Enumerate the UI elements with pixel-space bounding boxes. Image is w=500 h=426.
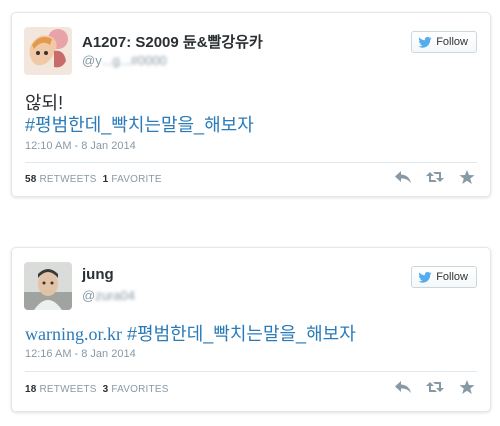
username[interactable]: @zura04	[82, 288, 135, 303]
tweet-card-1: A1207: S2009 듄&빨강유카 @y...g...#0000 Follo…	[11, 12, 491, 197]
username[interactable]: @y...g...#0000	[82, 53, 167, 68]
follow-label: Follow	[436, 271, 468, 283]
favorite-count[interactable]: 3	[103, 384, 109, 395]
timestamp[interactable]: 12:16 AM - 8 Jan 2014	[25, 348, 136, 360]
tweet-actions	[394, 170, 476, 184]
engagement-stats: 18 RETWEETS 3 FAVORITES	[25, 384, 169, 395]
avatar[interactable]	[24, 262, 72, 310]
favorite-star-icon[interactable]	[458, 380, 476, 394]
retweet-icon[interactable]	[426, 380, 444, 394]
favorite-count[interactable]: 1	[103, 174, 109, 185]
divider	[25, 371, 477, 372]
retweet-label[interactable]: RETWEETS	[40, 174, 97, 185]
tweet-card-2: jung @zura04 Follow warning.or.kr #평범한데_…	[11, 247, 491, 412]
display-name[interactable]: A1207: S2009 듄&빨강유카	[82, 31, 263, 52]
url-link[interactable]: warning.or.kr	[25, 324, 122, 344]
retweet-count[interactable]: 58	[25, 174, 37, 185]
retweet-count[interactable]: 18	[25, 384, 37, 395]
twitter-bird-icon	[418, 36, 432, 48]
display-name[interactable]: jung	[82, 266, 114, 283]
username-obscured: ...g...#0000	[101, 53, 167, 68]
hashtag-link[interactable]: #평범한데_빡치는말을_해보자	[25, 111, 254, 137]
avatar[interactable]	[24, 27, 72, 75]
follow-button[interactable]: Follow	[411, 31, 477, 53]
favorite-label[interactable]: FAVORITES	[111, 384, 168, 395]
hashtag-link[interactable]: #평범한데_빡치는말을_해보자	[127, 324, 356, 344]
tweet-text-line: warning.or.kr #평범한데_빡치는말을_해보자	[25, 320, 356, 346]
timestamp[interactable]: 12:10 AM - 8 Jan 2014	[25, 140, 136, 152]
follow-button[interactable]: Follow	[411, 266, 477, 288]
retweet-icon[interactable]	[426, 170, 444, 184]
username-prefix: @	[82, 288, 96, 303]
reply-icon[interactable]	[394, 380, 412, 394]
divider	[25, 162, 477, 163]
username-prefix: @y	[82, 53, 102, 68]
retweet-label[interactable]: RETWEETS	[40, 384, 97, 395]
follow-label: Follow	[436, 36, 468, 48]
engagement-stats: 58 RETWEETS 1 FAVORITE	[25, 174, 162, 185]
twitter-bird-icon	[418, 271, 432, 283]
favorite-star-icon[interactable]	[458, 170, 476, 184]
favorite-label[interactable]: FAVORITE	[111, 174, 161, 185]
reply-icon[interactable]	[394, 170, 412, 184]
tweet-actions	[394, 380, 476, 394]
username-obscured: zura04	[95, 288, 135, 303]
